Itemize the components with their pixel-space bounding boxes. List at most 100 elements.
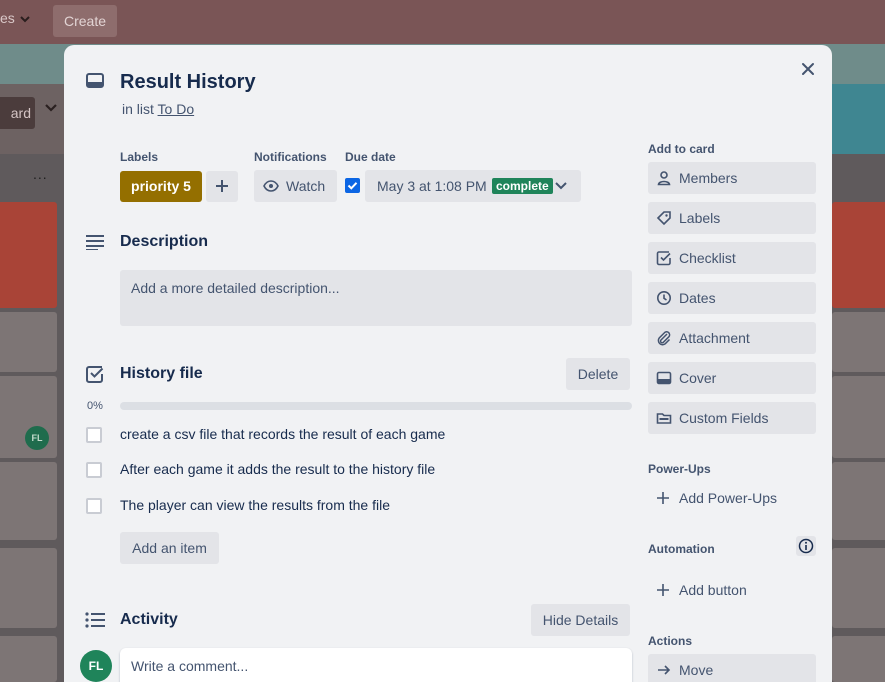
card-icon xyxy=(86,73,104,88)
checklist-title[interactable]: History file xyxy=(120,365,203,383)
description-title: Description xyxy=(120,233,209,250)
chevron-down-icon xyxy=(555,182,567,190)
automation-heading: Automation xyxy=(648,542,715,556)
list-menu-icon[interactable]: ... xyxy=(33,166,48,182)
actions-heading: Actions xyxy=(648,634,693,648)
person-icon xyxy=(657,171,671,186)
board-header: es Create xyxy=(0,0,885,44)
add-to-card-heading: Add to card xyxy=(648,142,715,156)
due-date-heading: Due date xyxy=(345,150,396,164)
board-card[interactable] xyxy=(0,312,57,372)
paperclip-icon xyxy=(657,331,671,346)
labels-heading: Labels xyxy=(120,150,159,164)
check-icon xyxy=(347,182,358,190)
checklist-item[interactable]: After each game it adds the result to th… xyxy=(86,458,646,482)
list-breadcrumb: in list To Do xyxy=(122,101,194,117)
add-item-button[interactable]: Add an item xyxy=(120,532,219,564)
board-card[interactable] xyxy=(0,462,57,540)
due-date-text: May 3 at 1:08 PM xyxy=(377,178,487,194)
board-card[interactable] xyxy=(0,548,57,628)
due-date-button[interactable]: May 3 at 1:08 PM complete xyxy=(365,170,581,202)
checklist-icon xyxy=(86,366,104,383)
attachment-button[interactable]: Attachment xyxy=(648,322,816,354)
custom-fields-icon xyxy=(656,413,672,424)
progress-percent: 0% xyxy=(87,400,103,412)
powerups-heading: Power-Ups xyxy=(648,462,711,476)
labels-button[interactable]: Labels xyxy=(648,202,816,234)
due-complete-checkbox[interactable] xyxy=(345,178,360,193)
add-button-label: Add button xyxy=(679,582,747,598)
notifications-heading: Notifications xyxy=(254,150,327,164)
checklist-progress-bar xyxy=(120,402,632,410)
dates-label: Dates xyxy=(679,290,716,306)
status-badge: complete xyxy=(492,178,553,194)
move-button[interactable]: Move xyxy=(648,654,816,682)
checklist-item[interactable]: The player can view the results from the… xyxy=(86,494,646,518)
board-card[interactable] xyxy=(0,202,57,308)
create-button[interactable]: Create xyxy=(53,5,117,37)
members-button[interactable]: Members xyxy=(648,162,816,194)
close-icon xyxy=(802,63,814,75)
checklist-item[interactable]: create a csv file that records the resul… xyxy=(86,423,646,447)
automation-info-button[interactable] xyxy=(796,536,816,556)
item-text[interactable]: The player can view the results from the… xyxy=(120,497,390,513)
item-checkbox[interactable] xyxy=(86,427,102,443)
checklist-label: Checklist xyxy=(679,250,736,266)
cover-button[interactable]: Cover xyxy=(648,362,816,394)
attachment-label: Attachment xyxy=(679,330,750,346)
item-text[interactable]: create a csv file that records the resul… xyxy=(120,426,445,442)
info-icon xyxy=(798,538,814,554)
plus-icon xyxy=(657,584,669,596)
item-checkbox[interactable] xyxy=(86,498,102,514)
eye-icon xyxy=(263,180,279,192)
plus-icon xyxy=(216,180,228,192)
workspaces-menu[interactable]: es xyxy=(0,10,31,26)
card-title[interactable]: Result History xyxy=(120,71,256,94)
board-card[interactable] xyxy=(832,202,885,308)
item-text[interactable]: After each game it adds the result to th… xyxy=(120,461,435,477)
tag-icon xyxy=(656,211,671,226)
move-label: Move xyxy=(679,662,714,678)
comment-input[interactable]: Write a comment... xyxy=(120,648,632,682)
dates-button[interactable]: Dates xyxy=(648,282,816,314)
board-card[interactable] xyxy=(832,376,885,458)
delete-checklist-button[interactable]: Delete xyxy=(566,358,630,390)
watch-label: Watch xyxy=(286,178,326,194)
activity-icon xyxy=(85,612,105,628)
board-card[interactable] xyxy=(0,636,57,682)
watch-button[interactable]: Watch xyxy=(254,170,337,202)
checklist-button[interactable]: Checklist xyxy=(648,242,816,274)
add-label-button[interactable] xyxy=(206,171,238,202)
chevron-down-icon xyxy=(19,16,30,23)
description-input[interactable]: Add a more detailed description... xyxy=(120,270,632,326)
cover-label: Cover xyxy=(679,370,717,386)
chevron-down-icon[interactable] xyxy=(44,100,58,119)
plus-icon xyxy=(657,492,669,504)
item-checkbox[interactable] xyxy=(86,462,102,478)
add-powerups-label: Add Power-Ups xyxy=(679,490,778,506)
custom-fields-button[interactable]: Custom Fields xyxy=(648,402,816,434)
arrow-right-icon xyxy=(658,665,671,675)
labels-label: Labels xyxy=(679,210,721,226)
add-powerups-button[interactable]: Add Power-Ups xyxy=(648,482,816,514)
avatar: FL xyxy=(25,426,49,450)
board-card[interactable] xyxy=(832,462,885,540)
board-card[interactable] xyxy=(832,312,885,372)
board-view-button[interactable]: ard xyxy=(0,97,35,129)
close-button[interactable] xyxy=(796,57,820,81)
activity-title: Activity xyxy=(120,611,178,628)
clock-icon xyxy=(657,291,671,305)
in-list-prefix: in list xyxy=(122,101,154,117)
hide-details-button[interactable]: Hide Details xyxy=(531,604,630,636)
list-link[interactable]: To Do xyxy=(158,101,195,117)
card-detail-modal: Result History in list To Do Labels prio… xyxy=(64,45,832,682)
add-button-button[interactable]: Add button xyxy=(648,574,816,606)
board-bar-right xyxy=(832,84,885,154)
board-card[interactable] xyxy=(832,636,885,682)
checklist-icon xyxy=(656,251,671,266)
label-chip[interactable]: priority 5 xyxy=(120,171,202,202)
board-card[interactable] xyxy=(832,548,885,628)
description-icon xyxy=(86,235,104,250)
avatar[interactable]: FL xyxy=(80,650,112,682)
custom-fields-label: Custom Fields xyxy=(679,410,769,426)
